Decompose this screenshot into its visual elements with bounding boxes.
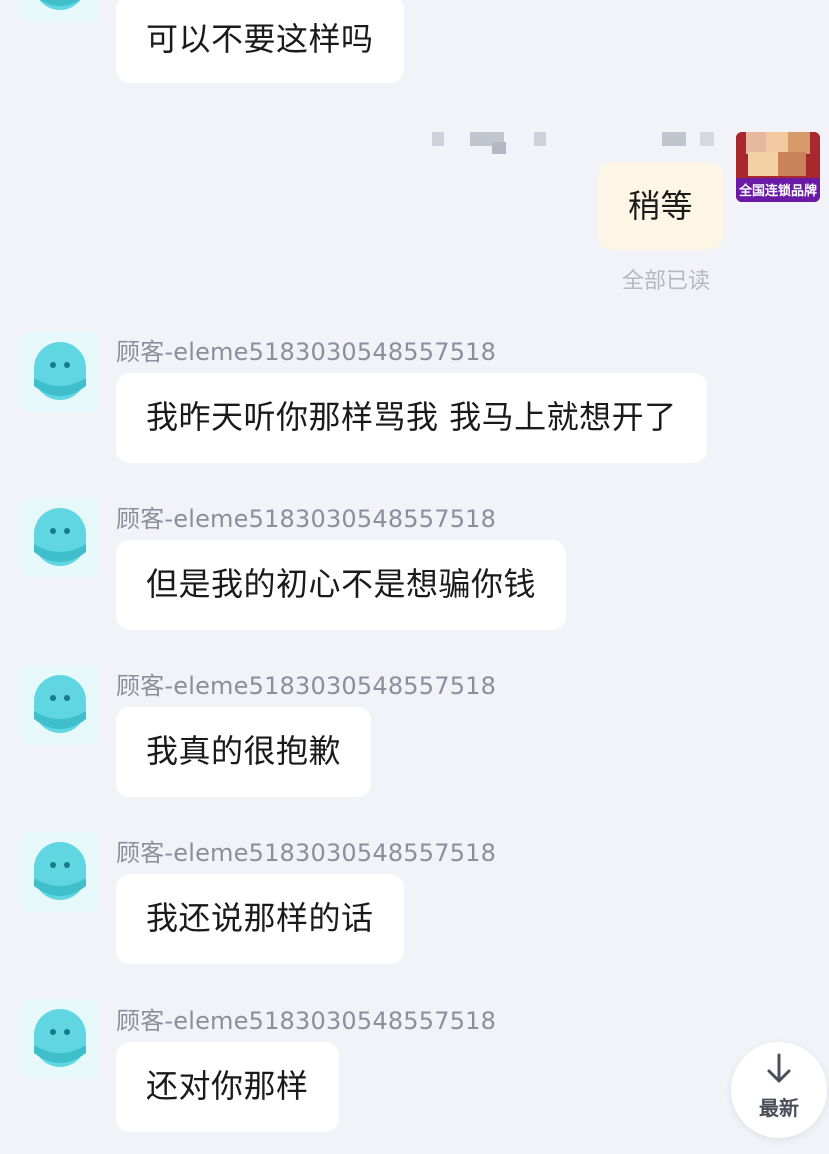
message-text: 还对你那样 — [146, 1067, 309, 1105]
smiley-face-icon — [20, 665, 100, 745]
sender-name: 顾客-eleme5183030548557518 — [116, 672, 497, 700]
customer-avatar[interactable] — [20, 999, 100, 1079]
sender-name: 顾客-eleme5183030548557518 — [116, 338, 497, 366]
read-status: 全部已读 — [622, 269, 711, 294]
message-bubble[interactable]: 但是我的初心不是想骗你钱 — [116, 540, 567, 630]
message-text: 稍等 — [628, 187, 694, 225]
chat-message-list[interactable]: 可以不要这样吗 全国连锁品牌 稍等 全部已读 顾客-eleme518303054… — [0, 0, 829, 1154]
message-text: 我昨天听你那样骂我 我马上就想开了 — [146, 398, 677, 436]
customer-avatar[interactable] — [20, 832, 100, 912]
sender-name: 顾客-eleme5183030548557518 — [116, 1007, 497, 1035]
message-text: 但是我的初心不是想骗你钱 — [146, 565, 537, 603]
message-text: 我还说那样的话 — [146, 899, 374, 937]
smiley-face-icon — [20, 0, 100, 22]
customer-avatar[interactable] — [20, 0, 100, 22]
smiley-face-icon — [20, 498, 100, 578]
sender-name: 顾客-eleme5183030548557518 — [116, 839, 497, 867]
sender-name: 顾客-eleme5183030548557518 — [116, 505, 497, 533]
customer-avatar[interactable] — [20, 665, 100, 745]
message-bubble[interactable]: 我真的很抱歉 — [116, 707, 372, 797]
smiley-face-icon — [20, 832, 100, 912]
message-bubble-self[interactable]: 稍等 — [598, 162, 724, 250]
message-bubble[interactable]: 可以不要这样吗 — [116, 0, 404, 83]
message-bubble[interactable]: 我昨天听你那样骂我 我马上就想开了 — [116, 373, 707, 463]
scroll-to-latest-button[interactable]: 最新 — [731, 1042, 827, 1138]
scroll-to-latest-label: 最新 — [759, 1096, 799, 1120]
shop-badge-label: 全国连锁品牌 — [738, 184, 817, 199]
arrow-down-icon — [767, 1053, 791, 1083]
message-text: 我真的很抱歉 — [146, 732, 342, 770]
smiley-face-icon — [20, 332, 100, 412]
message-text: 可以不要这样吗 — [146, 20, 374, 58]
smiley-face-icon — [20, 999, 100, 1079]
customer-avatar[interactable] — [20, 498, 100, 578]
message-bubble[interactable]: 还对你那样 — [116, 1042, 339, 1132]
customer-avatar[interactable] — [20, 332, 100, 412]
message-bubble[interactable]: 我还说那样的话 — [116, 874, 404, 964]
